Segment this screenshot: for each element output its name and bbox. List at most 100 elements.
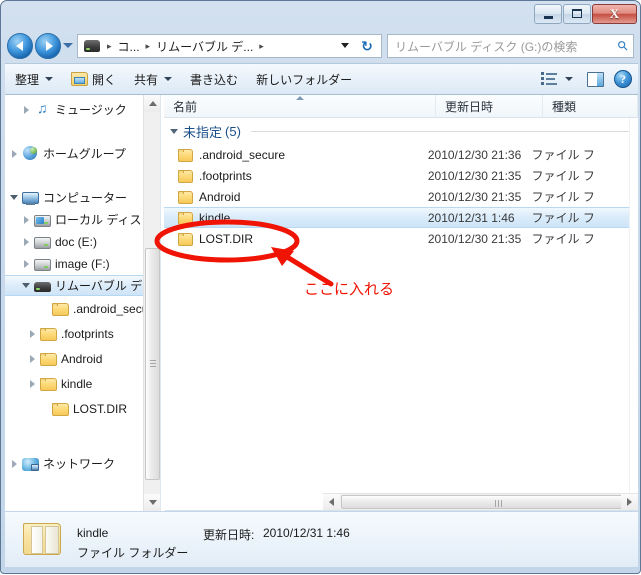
command-bar: 整理 開く 共有 書き込む 新しいフォルダー ? (5, 63, 638, 95)
sidebar-item-android[interactable]: Android (5, 348, 160, 369)
breadcrumb-separator-icon[interactable]: ▸ (255, 41, 268, 52)
close-button[interactable]: X (592, 3, 637, 24)
file-date-cell: 2010/12/30 21:35 (427, 168, 522, 183)
column-header-type[interactable]: 種類 (543, 95, 638, 118)
network-icon (22, 457, 39, 471)
scroll-up-button[interactable] (144, 95, 160, 112)
open-button[interactable]: 開く (63, 67, 124, 91)
chevron-right-icon[interactable] (27, 378, 38, 389)
annotation-label: ここに入れる (304, 281, 395, 298)
column-header-date[interactable]: 更新日時 (436, 95, 543, 118)
folder-icon (178, 232, 193, 246)
file-type-cell: ファイル フ (531, 190, 595, 204)
recent-locations-button[interactable] (63, 43, 73, 48)
file-name-cell: .footprints (164, 169, 428, 183)
chevron-right-icon[interactable] (21, 236, 32, 247)
details-pane: kindle ファイル フォルダー 更新日時: 2010/12/31 1:46 (5, 511, 638, 567)
breadcrumb[interactable]: ▸ コ... ▸ リムーバブル デ... ▸ (77, 34, 382, 58)
chevron-down-icon[interactable] (9, 192, 20, 203)
sidebar-item-android-secure[interactable]: .android_secu (5, 298, 160, 319)
burn-button[interactable]: 書き込む (182, 67, 246, 91)
scroll-right-button[interactable] (621, 494, 638, 510)
chevron-right-icon[interactable] (27, 328, 38, 339)
sidebar-item-doc-e[interactable]: doc (E:) (5, 231, 160, 252)
file-type-cell: ファイル フ (531, 232, 595, 246)
sidebar-item-label: LOST.DIR (73, 401, 128, 416)
column-header-label: 更新日時 (445, 100, 494, 114)
table-row[interactable]: Android 2010/12/30 21:35 ファイル フ (164, 186, 638, 207)
chevron-right-icon[interactable] (21, 258, 32, 269)
drive-icon (34, 258, 51, 271)
file-name-label: LOST.DIR (199, 231, 254, 246)
breadcrumb-separator-icon[interactable]: ▸ (142, 41, 155, 52)
minimize-button[interactable] (534, 3, 562, 24)
chevron-right-icon[interactable] (21, 104, 32, 115)
folder-icon (178, 211, 193, 225)
back-button[interactable] (7, 33, 33, 59)
column-header-name[interactable]: 名前 (164, 95, 436, 118)
sidebar-item-lost-dir[interactable]: LOST.DIR (5, 398, 160, 419)
forward-button[interactable] (35, 33, 61, 59)
column-header-label: 種類 (552, 100, 577, 114)
chevron-right-icon[interactable] (9, 148, 20, 159)
new-folder-button[interactable]: 新しいフォルダー (248, 67, 360, 91)
sidebar-item-computer[interactable]: コンピューター (5, 187, 160, 208)
search-icon[interactable]: ⚲ (610, 33, 635, 58)
folder-icon (52, 302, 69, 316)
maximize-button[interactable] (563, 3, 591, 24)
chevron-right-icon[interactable] (9, 458, 20, 469)
column-headers: 名前 更新日時 種類 (164, 95, 638, 118)
chevron-right-icon[interactable] (27, 353, 38, 364)
sidebar-item-local-disk[interactable]: ローカル ディス (5, 209, 160, 230)
details-date-value: 2010/12/31 1:46 (263, 526, 350, 540)
sidebar-item-footprints[interactable]: .footprints (5, 323, 160, 344)
scrollbar-thumb[interactable] (341, 495, 638, 509)
table-row[interactable]: LOST.DIR 2010/12/30 21:35 ファイル フ (164, 228, 638, 249)
refresh-button[interactable]: ↻ (357, 36, 377, 56)
preview-pane-icon[interactable] (587, 71, 604, 87)
scroll-left-button[interactable] (323, 494, 340, 510)
file-date-cell: 2010/12/30 21:36 (427, 147, 522, 162)
sidebar-item-removable-disk[interactable]: リムーバブル デ (5, 275, 160, 296)
table-row[interactable]: .footprints 2010/12/30 21:35 ファイル フ (164, 165, 638, 186)
folder-icon (178, 148, 193, 162)
sidebar-item-kindle[interactable]: kindle (5, 373, 160, 394)
sidebar-item-label: kindle (61, 376, 93, 391)
table-row[interactable]: .android_secure 2010/12/30 21:36 ファイル フ (164, 144, 638, 165)
folder-icon (52, 402, 69, 416)
column-header-label: 名前 (173, 100, 198, 114)
chevron-down-icon[interactable] (341, 43, 349, 48)
group-header[interactable]: 未指定 (5) (164, 118, 638, 144)
file-list-horizontal-scrollbar[interactable] (323, 493, 638, 510)
breadcrumb-item-removable-disk[interactable]: リムーバブル デ... (154, 37, 255, 56)
file-list-right-edge (629, 118, 638, 510)
sidebar-item-homegroup[interactable]: ホームグループ (5, 143, 160, 164)
share-button[interactable]: 共有 (126, 67, 180, 91)
chevron-down-icon (45, 77, 54, 81)
twisty-placeholder (39, 403, 50, 414)
sidebar-item-label: doc (E:) (55, 234, 98, 249)
view-options-button[interactable] (537, 67, 577, 91)
search-input[interactable]: リムーバブル ディスク (G:)の検索 ⚲ (387, 34, 634, 58)
drive-icon (34, 236, 51, 249)
breadcrumb-separator-icon[interactable]: ▸ (103, 41, 116, 52)
help-icon[interactable]: ? (614, 70, 632, 88)
file-date-cell: 2010/12/30 21:35 (427, 189, 522, 204)
sidebar-item-music[interactable]: ミュージック (5, 99, 160, 120)
twisty-placeholder (39, 303, 50, 314)
scroll-down-button[interactable] (144, 494, 160, 511)
table-row-selected[interactable]: kindle 2010/12/31 1:46 ファイル フ (164, 207, 638, 228)
sidebar-item-label: .android_secu (73, 301, 149, 316)
navigation-pane-scrollbar[interactable] (143, 95, 160, 511)
computer-icon (22, 192, 39, 205)
chevron-down-icon[interactable] (21, 280, 32, 291)
sidebar-item-network[interactable]: ネットワーク (5, 453, 160, 474)
chevron-right-icon[interactable] (21, 214, 32, 225)
organize-button[interactable]: 整理 (7, 67, 61, 91)
breadcrumb-item-computer[interactable]: コ... (116, 37, 142, 56)
chevron-down-icon (148, 500, 157, 505)
scrollbar-thumb[interactable] (145, 248, 160, 480)
minimize-icon (543, 15, 553, 19)
chevron-down-icon[interactable] (170, 128, 178, 134)
sidebar-item-image-f[interactable]: image (F:) (5, 253, 160, 274)
